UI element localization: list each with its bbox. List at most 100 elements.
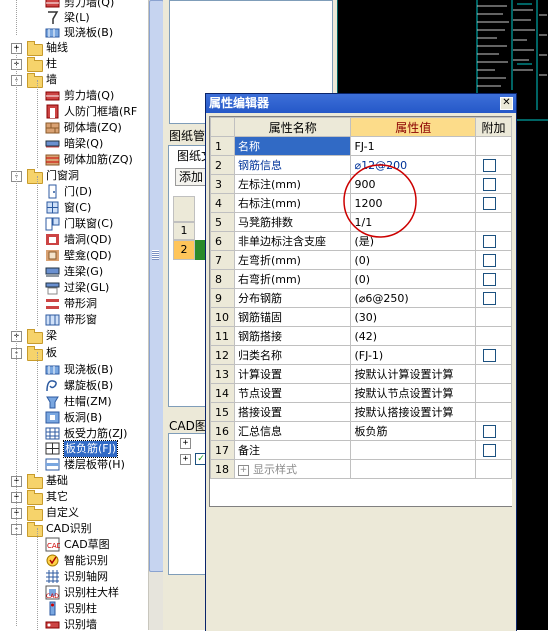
tree-folder-21[interactable]: + 梁 — [0, 328, 148, 344]
tree-item-37[interactable]: CAD 识别柱大样 — [0, 585, 148, 601]
tree-item-17[interactable]: 连梁(G) — [0, 264, 148, 280]
tree-item-19[interactable]: 带形洞 — [0, 296, 148, 312]
property-value-cell[interactable]: (0) — [350, 269, 477, 289]
property-row[interactable]: 16 汇总信息 板负筋 — [210, 421, 512, 441]
property-name-cell[interactable]: 节点设置 — [233, 383, 352, 403]
extra-cell[interactable] — [475, 155, 512, 175]
property-name-cell[interactable]: 分布钢筋 — [233, 288, 352, 308]
property-row[interactable]: 11 钢筋搭接 (42) — [210, 326, 512, 346]
tree-item-10[interactable]: 砌体加筋(ZQ) — [0, 152, 148, 168]
tree-folder-11[interactable]: - 门窗洞 — [0, 168, 148, 184]
property-value-cell[interactable]: 按默认搭接设置计算 — [350, 402, 477, 422]
property-name-cell[interactable]: 非单边标注含支座 — [233, 231, 352, 251]
property-row[interactable]: 7 左弯折(mm) (0) — [210, 250, 512, 270]
attach-checkbox[interactable] — [483, 234, 497, 248]
tree-folder-32[interactable]: + 自定义 — [0, 505, 148, 521]
tree-folder-31[interactable]: + 其它 — [0, 489, 148, 505]
tree-item-36[interactable]: 识别轴网 — [0, 569, 148, 585]
property-name-cell[interactable]: 名称 — [233, 136, 352, 156]
tree-item-20[interactable]: 带形窗 — [0, 312, 148, 328]
property-editor-titlebar[interactable]: 属性编辑器 — [206, 94, 516, 113]
property-row[interactable]: 12 归类名称 (FJ-1) — [210, 345, 512, 365]
tree-folder-30[interactable]: + 基础 — [0, 473, 148, 489]
tree-item-34[interactable]: CAD CAD草图 — [0, 537, 148, 553]
property-value-cell[interactable]: (30) — [350, 307, 477, 327]
extra-cell[interactable] — [475, 174, 512, 194]
tree-scrollbar-thumb[interactable] — [149, 0, 164, 572]
attach-checkbox[interactable] — [483, 291, 497, 305]
property-value-cell[interactable]: FJ-1 — [350, 136, 477, 156]
property-name-cell[interactable]: 搭接设置 — [233, 402, 352, 422]
tree-folder-3[interactable]: + 轴线 — [0, 40, 148, 56]
tree-item-13[interactable]: 窗(C) — [0, 200, 148, 216]
property-name-cell[interactable]: 计算设置 — [233, 364, 352, 384]
grid-row-header-selected[interactable]: 2 — [173, 240, 195, 260]
tree-item-7[interactable]: 人防门框墙(RF — [0, 104, 148, 120]
tree-item-9[interactable]: 暗梁(Q) — [0, 136, 148, 152]
property-value-cell[interactable]: (FJ-1) — [350, 345, 477, 365]
property-name-cell[interactable]: 钢筋信息 — [233, 155, 352, 175]
tree-item-24[interactable]: 螺旋板(B) — [0, 378, 148, 394]
property-name-cell[interactable]: 汇总信息 — [233, 421, 352, 441]
property-value-cell[interactable] — [350, 440, 477, 460]
attach-checkbox[interactable] — [483, 196, 497, 210]
property-name-cell[interactable]: 马凳筋排数 — [233, 212, 352, 232]
tree-item-6[interactable]: 剪力墙(Q) — [0, 88, 148, 104]
extra-cell[interactable] — [475, 421, 512, 441]
tree-item-12[interactable]: 门(D) — [0, 184, 148, 200]
tree-item-25[interactable]: 柱帽(ZM) — [0, 394, 148, 410]
property-value-cell[interactable]: 按默认节点设置计算 — [350, 383, 477, 403]
tree-item-18[interactable]: 过梁(GL) — [0, 280, 148, 296]
property-name-cell[interactable]: 钢筋锚固 — [233, 307, 352, 327]
attach-checkbox[interactable] — [483, 158, 497, 172]
tree-folder-4[interactable]: + 柱 — [0, 56, 148, 72]
property-row[interactable]: 8 右弯折(mm) (0) — [210, 269, 512, 289]
property-name-cell[interactable]: 左标注(mm) — [233, 174, 352, 194]
extra-cell[interactable] — [475, 288, 512, 308]
add-button[interactable]: 添加 — [175, 168, 208, 186]
property-name-cell[interactable]: 备注 — [233, 440, 352, 460]
property-name-cell[interactable]: 左弯折(mm) — [233, 250, 352, 270]
attach-checkbox[interactable] — [483, 348, 497, 362]
tree-item-26[interactable]: 板洞(B) — [0, 410, 148, 426]
grid-row-header[interactable]: 1 — [173, 222, 195, 240]
expand-icon[interactable]: + — [237, 464, 249, 476]
tree-item-29[interactable]: 楼层板带(H) — [0, 457, 148, 473]
tree-item-8[interactable]: 砌体墙(ZQ) — [0, 120, 148, 136]
extra-cell[interactable] — [475, 231, 512, 251]
expand-icon[interactable]: + — [180, 438, 191, 449]
expand-icon[interactable]: + — [180, 454, 191, 465]
tab-drawing-manager[interactable]: 图纸管 — [169, 127, 205, 144]
tree-item-28[interactable]: 板负筋(FJ) — [0, 440, 148, 458]
tree-item-27[interactable]: 板受力筋(ZJ) — [0, 426, 148, 442]
tree-item-16[interactable]: 壁龛(QD) — [0, 248, 148, 264]
extra-cell[interactable] — [475, 440, 512, 460]
property-row[interactable]: 15 搭接设置 按默认搭接设置计算 — [210, 402, 512, 422]
property-value-cell[interactable]: 板负筋 — [350, 421, 477, 441]
property-value-cell[interactable]: 按默认计算设置计算 — [350, 364, 477, 384]
extra-cell[interactable] — [475, 250, 512, 270]
property-row[interactable]: 1 名称 FJ-1 — [210, 136, 512, 156]
property-value-cell[interactable]: (42) — [350, 326, 477, 346]
tree-item-15[interactable]: 墙洞(QD) — [0, 232, 148, 248]
property-name-cell[interactable]: 钢筋搭接 — [233, 326, 352, 346]
attach-checkbox[interactable] — [483, 443, 497, 457]
tree-item-39[interactable]: 识别墙 — [0, 617, 148, 630]
attach-checkbox[interactable] — [483, 253, 497, 267]
property-value-cell[interactable]: (⌀6@250) — [350, 288, 477, 308]
property-value-cell[interactable]: (0) — [350, 250, 477, 270]
property-name-cell[interactable]: 右标注(mm) — [233, 193, 352, 213]
property-name-cell[interactable]: 归类名称 — [233, 345, 352, 365]
property-row[interactable]: 9 分布钢筋 (⌀6@250) — [210, 288, 512, 308]
tree-folder-5[interactable]: -墙 — [0, 72, 148, 88]
tree-item-35[interactable]: 智能识别 — [0, 553, 148, 569]
property-row[interactable]: 13 计算设置 按默认计算设置计算 — [210, 364, 512, 384]
close-icon[interactable]: ✕ — [500, 97, 513, 110]
property-name-cell[interactable]: + 显示样式 — [233, 459, 352, 479]
property-row[interactable]: 10 钢筋锚固 (30) — [210, 307, 512, 327]
extra-cell[interactable] — [475, 269, 512, 289]
property-row[interactable]: 17 备注 — [210, 440, 512, 460]
tree-folder-22[interactable]: -板 — [0, 345, 148, 361]
attach-checkbox[interactable] — [483, 272, 497, 286]
property-name-cell[interactable]: 右弯折(mm) — [233, 269, 352, 289]
